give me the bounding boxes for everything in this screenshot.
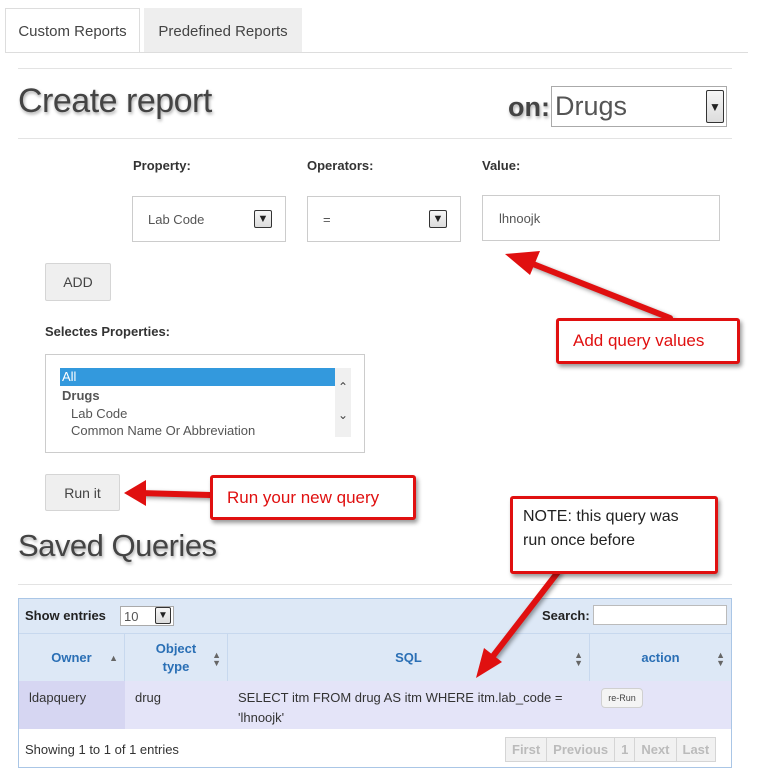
callout-add-query-values: Add query values (556, 318, 740, 364)
arrowhead (505, 251, 540, 275)
arrow-add-query (525, 259, 673, 321)
arrowhead (124, 480, 146, 506)
arrow-note (487, 569, 561, 663)
arrow-run-query (137, 490, 213, 498)
callout-run-new-query: Run your new query (210, 475, 416, 520)
callout-note: NOTE: this query was run once before (510, 496, 718, 574)
annotation-arrows (124, 251, 673, 678)
